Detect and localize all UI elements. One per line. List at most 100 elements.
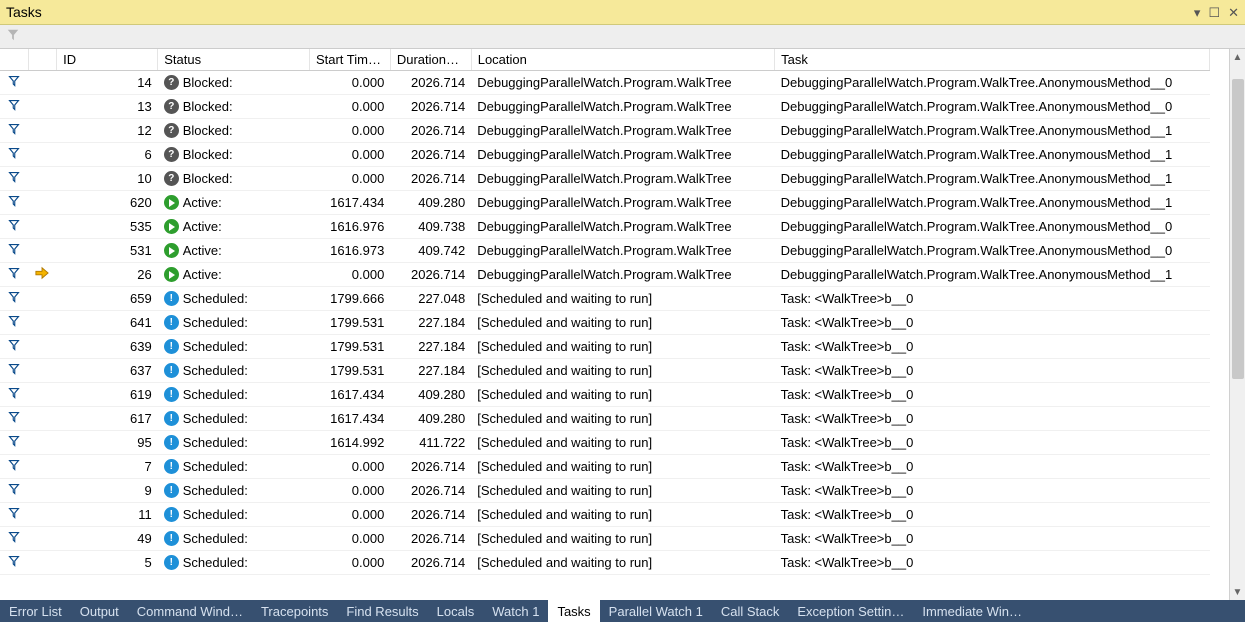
table-row[interactable]: 14Blocked:0.0002026.714DebuggingParallel… bbox=[0, 71, 1210, 95]
flag-icon[interactable] bbox=[8, 483, 20, 498]
flag-icon[interactable] bbox=[8, 219, 20, 234]
col-current[interactable] bbox=[28, 49, 56, 71]
flag-icon[interactable] bbox=[8, 123, 20, 138]
table-row[interactable]: 5Scheduled:0.0002026.714[Scheduled and w… bbox=[0, 551, 1210, 575]
tab-error-list[interactable]: Error List bbox=[0, 600, 71, 622]
status-icon bbox=[164, 99, 179, 114]
cell-duration: 227.184 bbox=[390, 335, 471, 359]
close-button[interactable]: ✕ bbox=[1228, 6, 1239, 19]
table-row[interactable]: 535Active:1616.976409.738DebuggingParall… bbox=[0, 215, 1210, 239]
tab-parallel-watch-1[interactable]: Parallel Watch 1 bbox=[600, 600, 712, 622]
vertical-scrollbar[interactable]: ▲ ▼ bbox=[1229, 49, 1245, 600]
flag-icon[interactable] bbox=[8, 339, 20, 354]
cell-status: Scheduled: bbox=[164, 555, 304, 570]
title-bar[interactable]: Tasks ▾ ☐ ✕ bbox=[0, 0, 1245, 25]
flag-icon[interactable] bbox=[8, 387, 20, 402]
table-row[interactable]: 95Scheduled:1614.992411.722[Scheduled an… bbox=[0, 431, 1210, 455]
table-row[interactable]: 6Blocked:0.0002026.714DebuggingParallelW… bbox=[0, 143, 1210, 167]
scroll-down-button[interactable]: ▼ bbox=[1230, 584, 1245, 600]
status-icon bbox=[164, 123, 179, 138]
maximize-button[interactable]: ☐ bbox=[1208, 6, 1220, 19]
col-flag[interactable] bbox=[0, 49, 28, 71]
current-task-icon bbox=[35, 268, 49, 283]
flag-icon[interactable] bbox=[8, 267, 20, 282]
table-row[interactable]: 617Scheduled:1617.434409.280[Scheduled a… bbox=[0, 407, 1210, 431]
flag-icon[interactable] bbox=[8, 171, 20, 186]
cell-status: Scheduled: bbox=[164, 459, 304, 474]
cell-status: Active: bbox=[164, 219, 304, 234]
table-row[interactable]: 7Scheduled:0.0002026.714[Scheduled and w… bbox=[0, 455, 1210, 479]
flag-icon[interactable] bbox=[8, 99, 20, 114]
flag-icon[interactable] bbox=[8, 315, 20, 330]
col-id[interactable]: ID bbox=[57, 49, 158, 71]
flag-icon[interactable] bbox=[8, 291, 20, 306]
col-location[interactable]: Location bbox=[471, 49, 774, 71]
header-row: ID Status Start Tim… Duration… Location … bbox=[0, 49, 1210, 71]
cell-start: 1616.973 bbox=[309, 239, 390, 263]
flag-icon[interactable] bbox=[8, 75, 20, 90]
tab-find-results[interactable]: Find Results bbox=[337, 600, 427, 622]
cell-id: 7 bbox=[57, 455, 158, 479]
col-status[interactable]: Status bbox=[158, 49, 310, 71]
flag-filter-icon[interactable] bbox=[6, 28, 20, 45]
col-task[interactable]: Task bbox=[775, 49, 1210, 71]
flag-icon[interactable] bbox=[8, 435, 20, 450]
tab-tracepoints[interactable]: Tracepoints bbox=[252, 600, 337, 622]
cell-start: 0.000 bbox=[309, 71, 390, 95]
flag-icon[interactable] bbox=[8, 147, 20, 162]
flag-icon[interactable] bbox=[8, 459, 20, 474]
cell-id: 95 bbox=[57, 431, 158, 455]
table-row[interactable]: 10Blocked:0.0002026.714DebuggingParallel… bbox=[0, 167, 1210, 191]
flag-icon[interactable] bbox=[8, 411, 20, 426]
window-options-button[interactable]: ▾ bbox=[1194, 6, 1201, 19]
flag-icon[interactable] bbox=[8, 555, 20, 570]
cell-task: Task: <WalkTree>b__0 bbox=[775, 311, 1210, 335]
table-row[interactable]: 49Scheduled:0.0002026.714[Scheduled and … bbox=[0, 527, 1210, 551]
cell-duration: 409.280 bbox=[390, 191, 471, 215]
tab-tasks[interactable]: Tasks bbox=[548, 600, 599, 622]
cell-id: 637 bbox=[57, 359, 158, 383]
toolbar bbox=[0, 25, 1245, 49]
table-row[interactable]: 26Active:0.0002026.714DebuggingParallelW… bbox=[0, 263, 1210, 287]
cell-id: 26 bbox=[57, 263, 158, 287]
cell-task: DebuggingParallelWatch.Program.WalkTree.… bbox=[775, 71, 1210, 95]
table-row[interactable]: 12Blocked:0.0002026.714DebuggingParallel… bbox=[0, 119, 1210, 143]
tasks-grid[interactable]: ID Status Start Tim… Duration… Location … bbox=[0, 49, 1229, 600]
table-row[interactable]: 659Scheduled:1799.666227.048[Scheduled a… bbox=[0, 287, 1210, 311]
cell-location: [Scheduled and waiting to run] bbox=[471, 455, 774, 479]
status-icon bbox=[164, 171, 179, 186]
cell-duration: 2026.714 bbox=[390, 527, 471, 551]
table-row[interactable]: 620Active:1617.434409.280DebuggingParall… bbox=[0, 191, 1210, 215]
tab-output[interactable]: Output bbox=[71, 600, 128, 622]
scroll-thumb[interactable] bbox=[1232, 79, 1244, 379]
cell-status: Blocked: bbox=[164, 75, 304, 90]
scroll-up-button[interactable]: ▲ bbox=[1230, 49, 1245, 65]
tab-immediate-win[interactable]: Immediate Win… bbox=[913, 600, 1031, 622]
table-row[interactable]: 641Scheduled:1799.531227.184[Scheduled a… bbox=[0, 311, 1210, 335]
col-duration[interactable]: Duration… bbox=[390, 49, 471, 71]
flag-icon[interactable] bbox=[8, 507, 20, 522]
table-row[interactable]: 11Scheduled:0.0002026.714[Scheduled and … bbox=[0, 503, 1210, 527]
cell-status: Scheduled: bbox=[164, 363, 304, 378]
table-row[interactable]: 619Scheduled:1617.434409.280[Scheduled a… bbox=[0, 383, 1210, 407]
flag-icon[interactable] bbox=[8, 531, 20, 546]
tab-locals[interactable]: Locals bbox=[428, 600, 484, 622]
table-row[interactable]: 531Active:1616.973409.742DebuggingParall… bbox=[0, 239, 1210, 263]
table-row[interactable]: 639Scheduled:1799.531227.184[Scheduled a… bbox=[0, 335, 1210, 359]
table-row[interactable]: 13Blocked:0.0002026.714DebuggingParallel… bbox=[0, 95, 1210, 119]
tab-watch-1[interactable]: Watch 1 bbox=[483, 600, 548, 622]
table-row[interactable]: 9Scheduled:0.0002026.714[Scheduled and w… bbox=[0, 479, 1210, 503]
status-icon bbox=[164, 387, 179, 402]
flag-icon[interactable] bbox=[8, 243, 20, 258]
cell-start: 0.000 bbox=[309, 503, 390, 527]
tab-command-wind[interactable]: Command Wind… bbox=[128, 600, 252, 622]
cell-task: Task: <WalkTree>b__0 bbox=[775, 527, 1210, 551]
col-start[interactable]: Start Tim… bbox=[309, 49, 390, 71]
cell-duration: 2026.714 bbox=[390, 95, 471, 119]
table-row[interactable]: 637Scheduled:1799.531227.184[Scheduled a… bbox=[0, 359, 1210, 383]
flag-icon[interactable] bbox=[8, 195, 20, 210]
flag-icon[interactable] bbox=[8, 363, 20, 378]
tab-call-stack[interactable]: Call Stack bbox=[712, 600, 789, 622]
cell-duration: 2026.714 bbox=[390, 551, 471, 575]
tab-exception-settin[interactable]: Exception Settin… bbox=[788, 600, 913, 622]
